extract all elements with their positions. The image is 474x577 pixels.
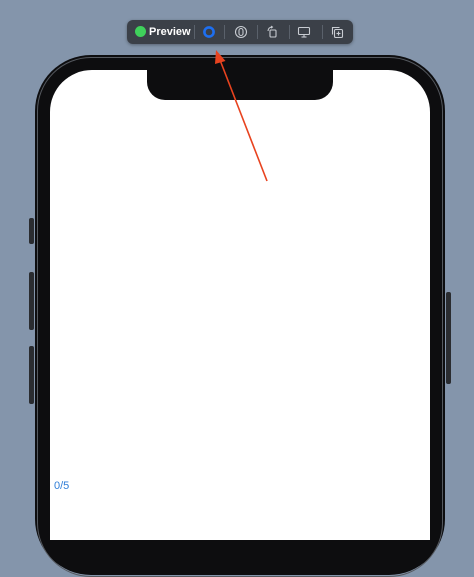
annotation-arrow-icon xyxy=(215,50,268,182)
